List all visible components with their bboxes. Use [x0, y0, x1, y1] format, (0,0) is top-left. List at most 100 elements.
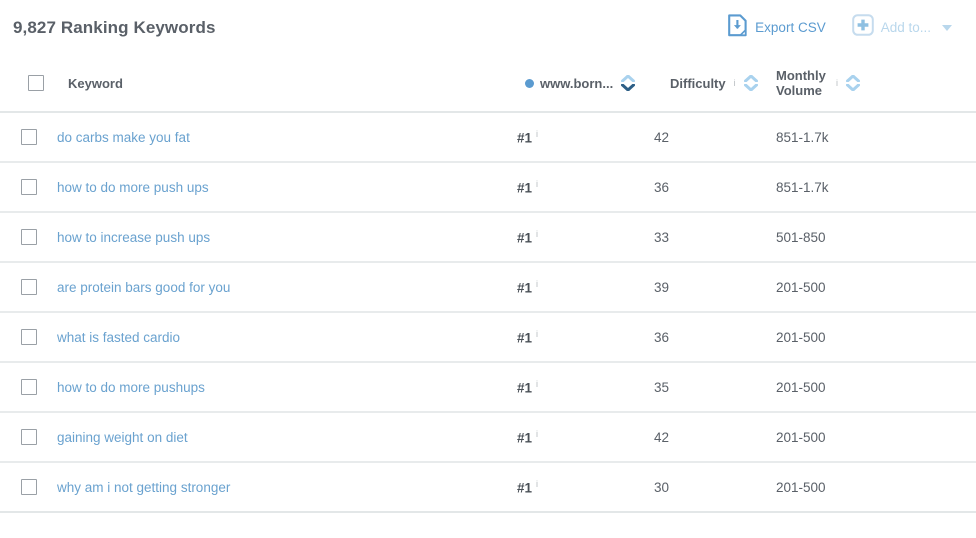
- rank-value: #1: [517, 180, 532, 195]
- chevron-up-icon: [744, 75, 758, 82]
- column-header-keyword-label: Keyword: [68, 76, 123, 91]
- export-csv-button[interactable]: Export CSV: [727, 14, 826, 42]
- plus-square-icon: [852, 14, 874, 41]
- header-actions: Export CSV Add to...: [727, 14, 952, 42]
- volume-cell: 201-500: [776, 262, 976, 312]
- rank-value: #1: [517, 230, 532, 245]
- select-all-checkbox[interactable]: [28, 75, 44, 91]
- keyword-link[interactable]: gaining weight on diet: [57, 430, 188, 445]
- row-checkbox[interactable]: [21, 279, 37, 295]
- row-checkbox[interactable]: [21, 479, 37, 495]
- keyword-link[interactable]: are protein bars good for you: [57, 280, 230, 295]
- volume-cell: 851-1.7k: [776, 112, 976, 162]
- keyword-cell: how to increase push ups: [57, 212, 517, 262]
- difficulty-cell: 35: [654, 362, 776, 412]
- column-header-rank[interactable]: www.born...: [517, 55, 654, 112]
- sort-toggle-rank[interactable]: [621, 75, 635, 91]
- row-select-cell: [0, 112, 57, 162]
- chevron-down-icon: [621, 84, 635, 91]
- difficulty-cell: 42: [654, 112, 776, 162]
- rank-value: #1: [517, 330, 532, 345]
- rank-info-icon[interactable]: i: [536, 279, 538, 289]
- table-header-row: Keyword www.born...: [0, 55, 976, 112]
- rank-cell: #1 i: [517, 212, 654, 262]
- export-csv-label: Export CSV: [755, 20, 826, 35]
- keyword-link[interactable]: how to do more push ups: [57, 180, 209, 195]
- difficulty-cell: 33: [654, 212, 776, 262]
- rank-cell: #1 i: [517, 362, 654, 412]
- volume-info-icon[interactable]: i: [836, 78, 838, 88]
- add-to-button[interactable]: Add to...: [852, 14, 952, 41]
- table-row: what is fasted cardio #1 i 36201-500: [0, 312, 976, 362]
- rank-info-icon[interactable]: i: [536, 129, 538, 139]
- row-checkbox[interactable]: [21, 429, 37, 445]
- rank-info-icon[interactable]: i: [536, 429, 538, 439]
- rank-value: #1: [517, 480, 532, 495]
- volume-cell: 201-500: [776, 412, 976, 462]
- keyword-link[interactable]: why am i not getting stronger: [57, 480, 230, 495]
- rank-info-icon[interactable]: i: [536, 329, 538, 339]
- document-download-icon: [727, 14, 748, 42]
- column-header-volume-label: Monthly Volume: [776, 68, 828, 98]
- rank-cell: #1 i: [517, 462, 654, 512]
- table-row: how to increase push ups #1 i 33501-850: [0, 212, 976, 262]
- keyword-link[interactable]: what is fasted cardio: [57, 330, 180, 345]
- row-select-cell: [0, 312, 57, 362]
- column-header-keyword: Keyword: [57, 55, 517, 112]
- chevron-up-icon: [846, 75, 860, 82]
- difficulty-cell: 36: [654, 312, 776, 362]
- rank-value: #1: [517, 430, 532, 445]
- keyword-cell: do carbs make you fat: [57, 112, 517, 162]
- table-row: why am i not getting stronger #1 i 30201-50…: [0, 462, 976, 512]
- chevron-down-icon[interactable]: [942, 25, 952, 31]
- row-checkbox[interactable]: [21, 179, 37, 195]
- keyword-cell: why am i not getting stronger: [57, 462, 517, 512]
- row-checkbox[interactable]: [21, 129, 37, 145]
- column-header-rank-label: www.born...: [540, 76, 613, 91]
- rank-info-icon[interactable]: i: [536, 179, 538, 189]
- keyword-cell: what is fasted cardio: [57, 312, 517, 362]
- keyword-cell: how to do more push ups: [57, 162, 517, 212]
- table-row: how to do more pushups#1i35201-500: [0, 362, 976, 412]
- volume-cell: 501-850: [776, 212, 976, 262]
- difficulty-info-icon[interactable]: i: [734, 78, 736, 88]
- rank-cell: #1 i: [517, 312, 654, 362]
- rank-info-icon[interactable]: i: [536, 379, 538, 389]
- row-checkbox[interactable]: [21, 379, 37, 395]
- rank-cell: #1 i: [517, 412, 654, 462]
- rank-cell: #1 i: [517, 162, 654, 212]
- table-row: gaining weight on diet#1i42201-500: [0, 412, 976, 462]
- keyword-link[interactable]: how to do more pushups: [57, 380, 205, 395]
- difficulty-cell: 30: [654, 462, 776, 512]
- page-header: 9,827 Ranking Keywords Export CSV: [0, 0, 976, 55]
- chevron-down-icon: [846, 84, 860, 91]
- rank-info-icon[interactable]: i: [536, 229, 538, 239]
- rank-cell: #1i: [517, 112, 654, 162]
- sort-toggle-volume[interactable]: [846, 75, 860, 91]
- row-checkbox[interactable]: [21, 329, 37, 345]
- rank-info-icon[interactable]: i: [536, 479, 538, 489]
- page-title: 9,827 Ranking Keywords: [13, 18, 216, 38]
- row-select-cell: [0, 362, 57, 412]
- table-row: are protein bars good for you#1i39201-50…: [0, 262, 976, 312]
- table-row: do carbs make you fat #1i42851-1.7k: [0, 112, 976, 162]
- chevron-up-icon: [621, 75, 635, 82]
- keyword-link[interactable]: do carbs make you fat: [57, 130, 190, 145]
- volume-cell: 851-1.7k: [776, 162, 976, 212]
- volume-cell: 201-500: [776, 312, 976, 362]
- row-select-cell: [0, 262, 57, 312]
- keyword-cell: how to do more pushups: [57, 362, 517, 412]
- add-to-label: Add to...: [881, 20, 931, 35]
- sort-toggle-difficulty[interactable]: [744, 75, 758, 91]
- column-header-difficulty-label: Difficulty: [670, 76, 726, 91]
- column-header-difficulty[interactable]: Difficulty i: [654, 55, 776, 112]
- column-header-volume[interactable]: Monthly Volume i: [776, 55, 976, 112]
- keyword-cell: gaining weight on diet: [57, 412, 517, 462]
- volume-cell: 201-500: [776, 462, 976, 512]
- domain-dot-icon: [525, 79, 534, 88]
- ranking-keywords-page: 9,827 Ranking Keywords Export CSV: [0, 0, 976, 538]
- row-checkbox[interactable]: [21, 229, 37, 245]
- rank-value: #1: [517, 380, 532, 395]
- keyword-link[interactable]: how to increase push ups: [57, 230, 210, 245]
- row-select-cell: [0, 462, 57, 512]
